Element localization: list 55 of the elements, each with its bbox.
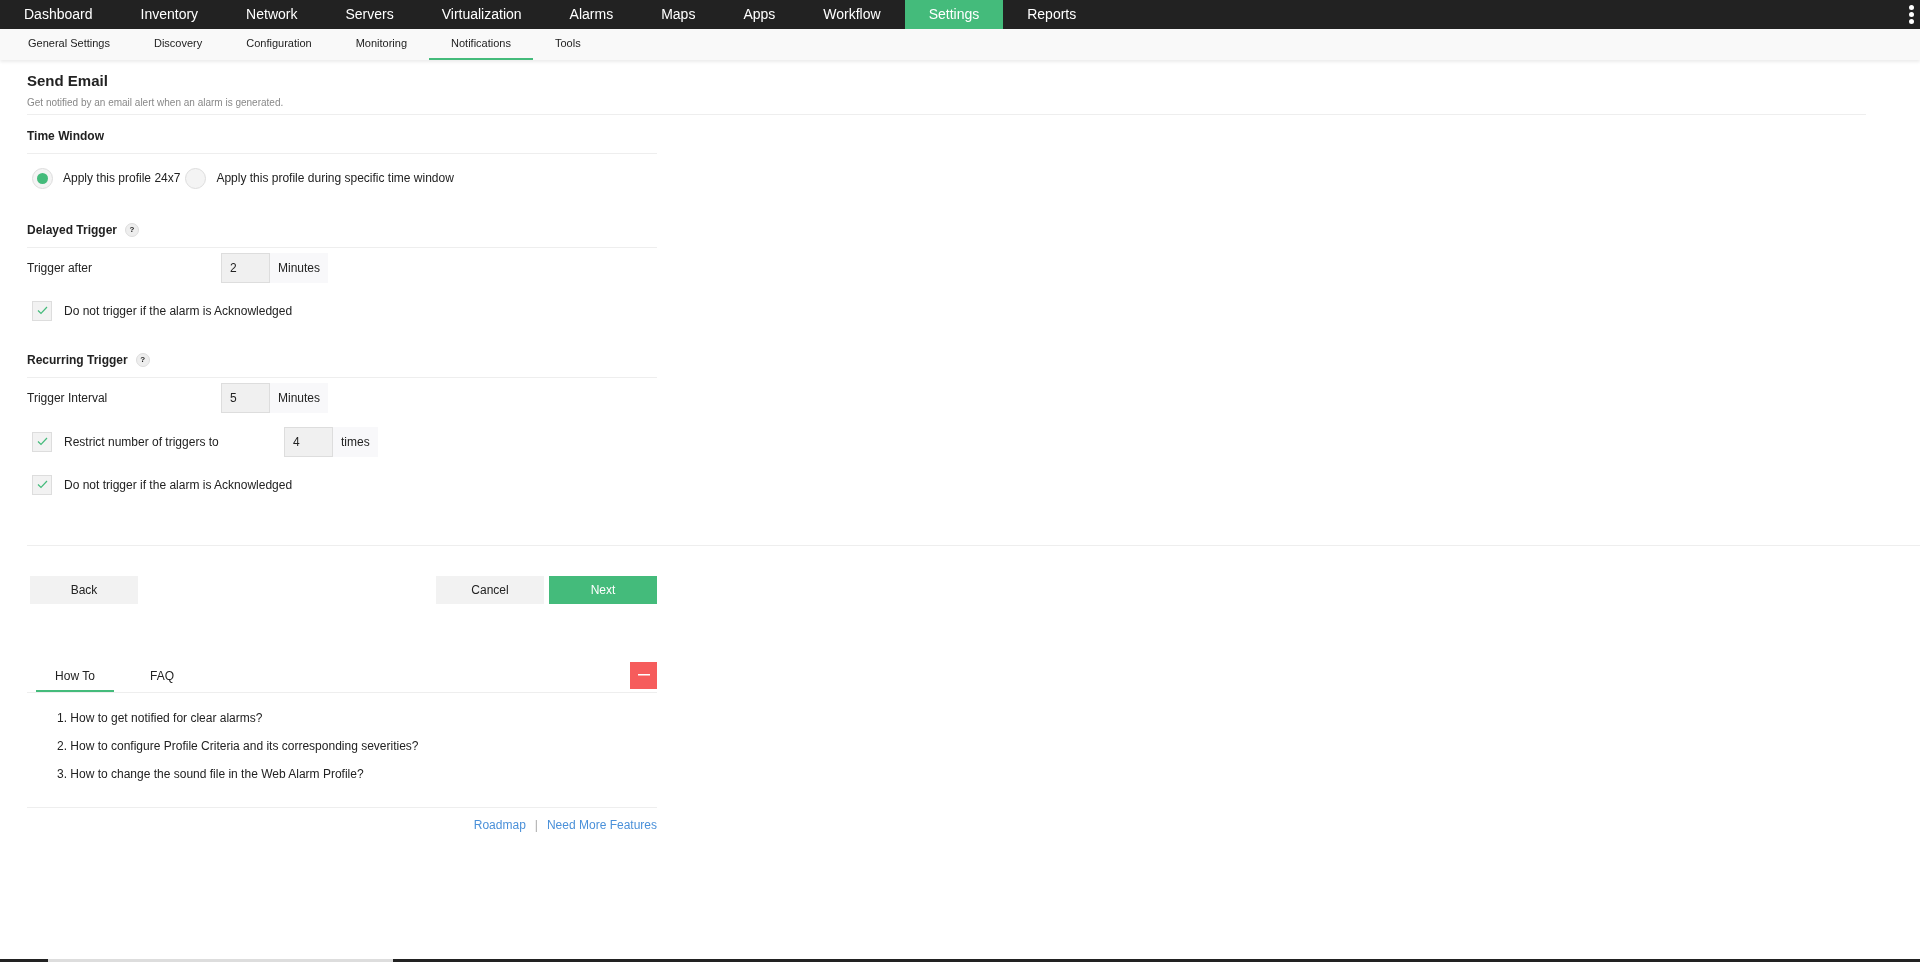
section-heading: Time Window [27, 127, 104, 145]
subnav-tab[interactable]: Tools [532, 29, 603, 60]
collapse-button[interactable] [630, 661, 657, 689]
link-separator: | [534, 816, 538, 834]
radio-button[interactable] [32, 167, 53, 189]
subnav-tab[interactable]: Monitoring [333, 29, 430, 60]
section-heading: Recurring Trigger [27, 351, 128, 369]
subnav-tab[interactable]: Notifications [429, 29, 533, 60]
checkbox-label: Restrict number of triggers to [64, 433, 220, 451]
nav-tab[interactable]: Workflow [799, 0, 905, 29]
number-field[interactable]: 4 [284, 426, 333, 457]
field-label: Trigger Interval [27, 389, 109, 407]
checkbox[interactable] [32, 474, 52, 495]
radio-button[interactable] [185, 167, 207, 189]
subnav-tab[interactable]: Configuration [224, 29, 334, 60]
nav-tab[interactable]: Dashboard [0, 0, 117, 29]
cancel-button[interactable]: Cancel [436, 575, 544, 604]
unit-label: times [333, 426, 378, 457]
number-field[interactable]: 2 [221, 252, 270, 283]
help-icon[interactable]: ? [125, 222, 140, 237]
checkbox-label: Do not trigger if the alarm is Acknowledged [64, 302, 293, 320]
scrollbar[interactable] [0, 959, 1920, 962]
subnav-tab[interactable]: Discovery [131, 29, 225, 60]
nav-tab[interactable]: Servers [321, 0, 418, 29]
help-link[interactable]: 1. How to get notified for clear alarms? [57, 708, 657, 727]
nav-tab[interactable]: Virtualization [417, 0, 546, 29]
page-title: Send Email [27, 71, 109, 91]
unit-label: Minutes [270, 252, 329, 283]
checkbox[interactable] [32, 431, 52, 452]
number-field[interactable]: 5 [221, 382, 270, 413]
checkbox[interactable] [32, 300, 52, 321]
nav-tab[interactable]: Maps [637, 0, 720, 29]
nav-tab[interactable]: Apps [719, 0, 800, 29]
help-icon[interactable]: ? [135, 352, 150, 367]
section-heading: Delayed Trigger [27, 221, 118, 239]
page-subtitle: Get notified by an email alert when an alarm is generated. [27, 95, 285, 110]
minus-icon [637, 674, 650, 676]
checkmark-icon [36, 306, 48, 315]
back-button[interactable]: Back [30, 575, 138, 604]
nav-tab[interactable]: Network [222, 0, 322, 29]
checkbox-label: Do not trigger if the alarm is Acknowledged [64, 476, 293, 494]
help-tab[interactable]: FAQ [123, 661, 201, 692]
nav-tab[interactable]: Alarms [545, 0, 638, 29]
help-tab[interactable]: How To [36, 661, 114, 692]
help-link[interactable]: 2. How to configure Profile Criteria and its corresponding severities? [57, 736, 657, 755]
checkmark-icon [36, 437, 48, 446]
field-label: Trigger after [27, 259, 93, 277]
subnav-tab[interactable]: General Settings [6, 29, 132, 60]
nav-tab[interactable]: Inventory [116, 0, 223, 29]
unit-label: Minutes [270, 382, 329, 413]
radio-label: Apply this profile 24x7 [63, 170, 181, 187]
radio-label: Apply this profile during specific time window [216, 170, 454, 187]
checkmark-icon [36, 480, 48, 489]
nav-tab[interactable]: Reports [1003, 0, 1101, 29]
help-link[interactable]: 3. How to change the sound file in the Web Alarm Profile? [57, 764, 657, 783]
